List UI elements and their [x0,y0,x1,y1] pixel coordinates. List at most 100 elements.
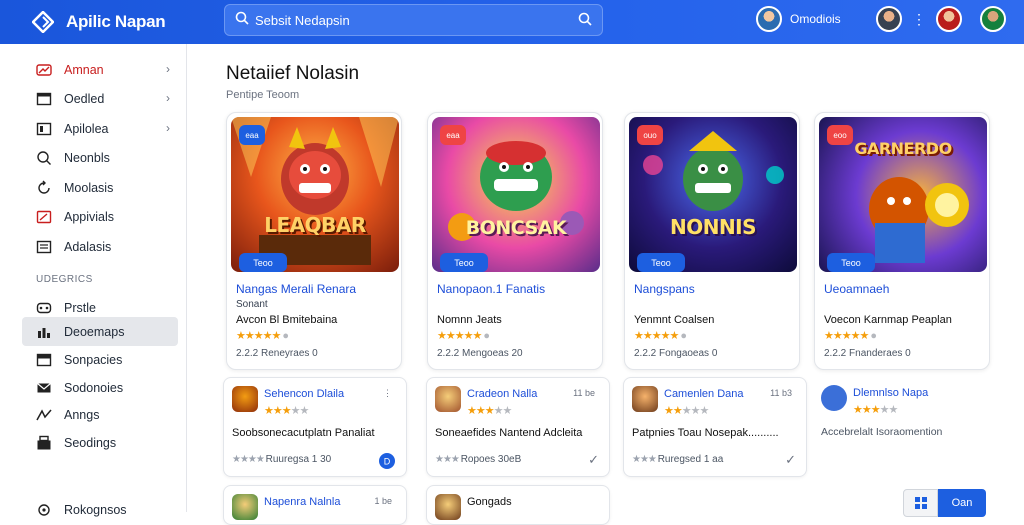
item-title[interactable]: Napenra Nalnla [264,496,340,508]
app-card[interactable]: BONCSAK eaa Teoo Nanopaon.1 Fanatis Nomn… [427,112,603,370]
app-developer: Nomnn Jeats [437,314,502,326]
sidebar-item-anngs[interactable]: Anngs [22,401,178,429]
sidebar-item-oedled[interactable]: Oedled › [22,85,178,113]
sidebar-item-deoemaps[interactable]: Deoemaps [22,317,178,346]
sidebar-item-amnan[interactable]: Amnan › [22,56,178,84]
list-item[interactable]: Camenlen Dana 11 b3 ★★★★★ Patpnies Toau … [623,377,807,477]
avatar[interactable] [980,6,1006,32]
sidebar-item-adalasis[interactable]: Adalasis [22,233,178,261]
item-title[interactable]: Camenlen Dana [664,388,744,400]
item-rank: 11 b3 [770,388,792,398]
badge: eaa [440,125,466,145]
search-submit-icon[interactable] [578,12,592,31]
sidebar-item-label: Moolasis [64,181,114,195]
app-thumbnail [435,494,461,520]
check-icon[interactable]: ✓ [785,452,796,468]
footer-text: Ropoes 30eB [460,454,522,465]
store-icon [36,435,52,451]
app-meta: 2.2.2 Fongaoeas 0 [634,348,718,359]
list-item[interactable]: Dlemnlso Napa ★★★★★ Accebrelalt Isoraome… [813,377,997,477]
more-icon[interactable]: ⋮ [912,11,926,28]
app-cover-image: BONCSAK eaa Teoo [432,117,600,272]
app-title[interactable]: Ueoamnaeh [824,282,889,296]
app-cover-image: LEAQBAR eaa Teoo [231,117,399,272]
avatar[interactable] [876,6,902,32]
app-thumbnail [632,386,658,412]
more-icon[interactable]: ⋮ [383,388,392,399]
sidebar-item-appivials[interactable]: Appivials [22,203,178,231]
app-card[interactable]: LEAQBAR eaa Teoo Nangas Merali Renara So… [226,112,402,370]
window-icon [36,91,52,107]
sidebar-item-seodings[interactable]: Seodings [22,429,178,457]
app-thumbnail [232,386,258,412]
search-icon [235,11,249,30]
sidebar-item-sodonoies[interactable]: Sodonoies [22,374,178,402]
chart-icon [36,324,52,340]
list-icon [36,239,52,255]
sidebar-item-sonpacies[interactable]: Sonpacies [22,346,178,374]
app-card[interactable]: GARNERDO eoo Teoo Ueoamnaeh Voecon Karnm… [814,112,990,370]
search-bar[interactable]: Sebsit Nedapsin [224,4,603,36]
list-item[interactable]: Gongads [426,485,610,525]
check-icon[interactable]: ✓ [588,452,599,468]
app-meta: 2.2.2 Mengoeas 20 [437,348,523,359]
item-title[interactable]: Dlemnlso Napa [853,387,928,399]
tag-badge: Teoo [440,253,488,272]
device-icon [36,300,52,316]
page-subtitle: Pentipe Teoom [226,89,300,101]
sidebar-item-label: Seodings [64,436,117,450]
chevron-right-icon: › [166,91,170,105]
main-content: Netaiief Nolasin Pentipe Teoom LEAQBAR e… [187,44,1024,525]
footer-text: Ruregsed 1 aa [657,454,724,465]
rating-stars: ★★★★★ ● [236,330,289,342]
download-icon[interactable]: D [378,452,396,475]
rating-stars: ★★★★★ ● [824,330,877,342]
sidebar-item-label: Adalasis [64,240,112,254]
tag-badge: Teoo [239,253,287,272]
search-input[interactable]: Sebsit Nedapsin [255,13,350,28]
item-footer: ★★★★ Ruuregsa 1 30 [232,454,332,465]
app-thumbnail [435,386,461,412]
item-title[interactable]: Cradeon Nalla [467,388,537,400]
sidebar-item-moolasis[interactable]: Moolasis [22,174,178,202]
item-title[interactable]: Sehencon Dlaila [264,388,344,400]
badge: ouo [637,125,663,145]
cover-title: BONCSAK [465,217,567,239]
app-card[interactable]: NONNIS ouo Teoo Nangspans Yenmnt Coalsen… [624,112,800,370]
settings-icon [36,502,52,518]
sidebar-item-label: Sodonoies [64,381,124,395]
item-description: Soneaefides Nantend Adcleita [435,427,583,439]
sidebar: Amnan › Oedled › Apilolea › Neonbls Mool… [0,44,187,517]
grid-view-button[interactable] [903,489,938,517]
page-title: Netaiief Nolasin [226,63,360,84]
user-menu[interactable]: Omodiois [756,6,841,32]
list-item[interactable]: Napenra Nalnla 1 be [223,485,407,525]
cover-title: LEAQBAR [264,213,366,237]
box-icon [36,352,52,368]
item-description: Soobsonecacutplatn Panaliat [232,427,375,439]
app-title[interactable]: Nangspans [634,282,695,296]
sidebar-item-neonbls[interactable]: Neonbls [22,144,178,172]
sidebar-item-label: Deoemaps [64,324,125,339]
avatar[interactable] [936,6,962,32]
sidebar-item-apilolea[interactable]: Apilolea › [22,115,178,143]
footer-text: Ruuregsa 1 30 [265,454,332,465]
mail-icon [36,380,52,396]
item-rank: 11 be [573,388,595,398]
app-category: Sonant [236,299,268,310]
sidebar-item-label: Prstle [64,301,96,315]
list-item[interactable]: Cradeon Nalla 11 be ★★★★★ Soneaefides Na… [426,377,610,477]
sidebar-item-label: Sonpacies [64,353,123,367]
rating-stars: ★★★★★ [853,404,898,416]
app-title[interactable]: Nanopaon.1 Fanatis [437,282,545,296]
search-icon [36,150,52,166]
list-item[interactable]: Sehencon Dlaila ⋮ ★★★★★ Soobsonecacutpla… [223,377,407,477]
item-title[interactable]: Gongads [467,496,512,508]
rating-stars: ★★★★★ [664,405,709,417]
grid-icon [36,121,52,137]
app-title[interactable]: Nangas Merali Renara [236,282,356,296]
open-button[interactable]: Oan [938,489,986,517]
sidebar-item-rokognsos[interactable]: Rokognsos [22,496,178,524]
brand[interactable]: Apilic Napan [31,10,222,34]
user-label: Omodiois [790,12,841,26]
